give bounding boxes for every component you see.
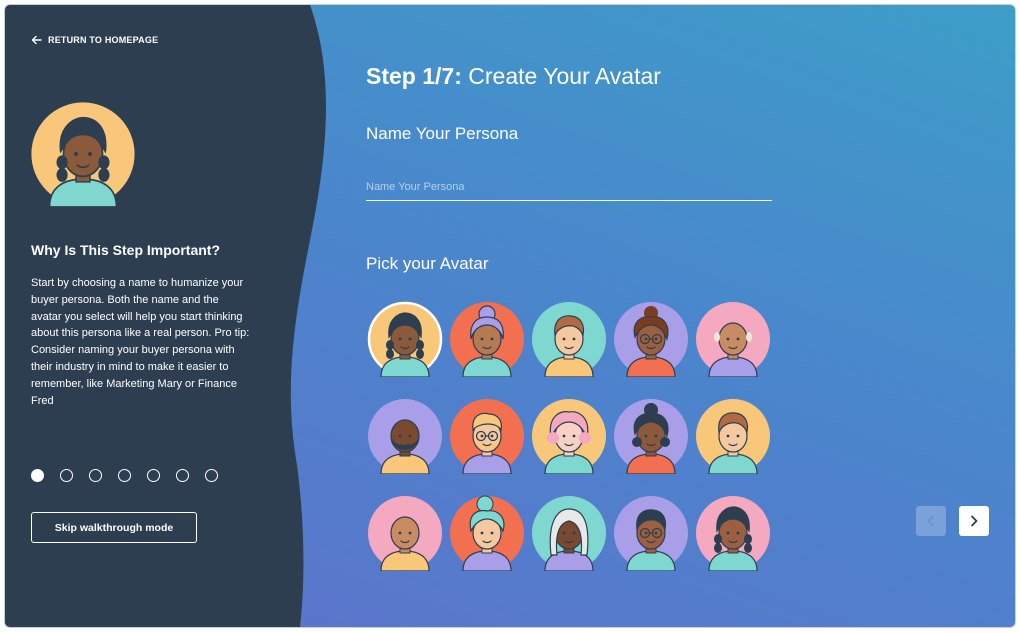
avatar-illustration (614, 399, 688, 474)
step-dot-3[interactable] (89, 469, 102, 482)
sidebar: RETURN TO HOMEPAGE Why Is This Step Impo… (5, 5, 305, 627)
avatar-option-3[interactable] (531, 301, 607, 377)
avatar-option-15[interactable] (695, 495, 771, 571)
why-heading: Why Is This Step Important? (31, 242, 221, 258)
avatar-illustration (696, 399, 770, 474)
chevron-left-icon (927, 515, 934, 527)
avatar-illustration (367, 301, 443, 377)
step-dot-1[interactable] (31, 469, 44, 482)
skip-walkthrough-button[interactable]: Skip walkthrough mode (31, 512, 197, 543)
avatar-illustration (532, 302, 606, 377)
avatar-option-7[interactable] (449, 398, 525, 474)
arrow-left-icon (31, 35, 42, 45)
avatar-option-6[interactable] (367, 398, 443, 474)
avatar-illustration (696, 496, 770, 571)
avatar-illustration (532, 399, 606, 474)
previous-page-button[interactable] (916, 506, 946, 536)
avatar-option-4[interactable] (613, 301, 689, 377)
avatar-option-13[interactable] (531, 495, 607, 571)
avatar-option-9[interactable] (613, 398, 689, 474)
avatar-illustration (614, 496, 688, 571)
step-dot-2[interactable] (60, 469, 73, 482)
why-description: Start by choosing a name to humanize you… (31, 277, 250, 407)
avatar-illustration (450, 399, 524, 474)
avatar-illustration (532, 496, 606, 571)
return-to-homepage-link[interactable]: RETURN TO HOMEPAGE (31, 35, 158, 45)
persona-name-input[interactable] (366, 173, 772, 201)
name-section-label: Name Your Persona (366, 124, 519, 143)
avatar-illustration (450, 302, 524, 377)
chevron-right-icon (971, 515, 978, 527)
avatar-option-10[interactable] (695, 398, 771, 474)
avatar-grid (367, 301, 772, 581)
avatar-option-5[interactable] (695, 301, 771, 377)
avatar-illustration (614, 302, 688, 377)
avatar-option-1[interactable] (367, 301, 443, 377)
avatar-illustration (450, 495, 524, 571)
avatar-illustration (368, 496, 442, 571)
avatar-section-label: Pick your Avatar (366, 254, 489, 273)
avatar-option-14[interactable] (613, 495, 689, 571)
step-progress-dots (31, 469, 218, 482)
avatar-option-8[interactable] (531, 398, 607, 474)
app-window: RETURN TO HOMEPAGE Why Is This Step Impo… (5, 5, 1015, 627)
step-name: Create Your Avatar (461, 63, 661, 89)
avatar-illustration (696, 302, 770, 377)
return-to-homepage-label: RETURN TO HOMEPAGE (48, 35, 159, 45)
avatar-option-12[interactable] (449, 495, 525, 571)
avatar-illustration (368, 399, 442, 474)
step-dot-5[interactable] (147, 469, 160, 482)
page-title: Step 1/7: Create Your Avatar (366, 63, 661, 90)
step-dot-4[interactable] (118, 469, 131, 482)
avatar-option-11[interactable] (367, 495, 443, 571)
step-dot-6[interactable] (176, 469, 189, 482)
step-dot-7[interactable] (205, 469, 218, 482)
step-number: Step 1/7: (366, 63, 462, 89)
sidebar-avatar-preview (31, 102, 135, 207)
next-page-button[interactable] (959, 506, 989, 536)
avatar-option-2[interactable] (449, 301, 525, 377)
